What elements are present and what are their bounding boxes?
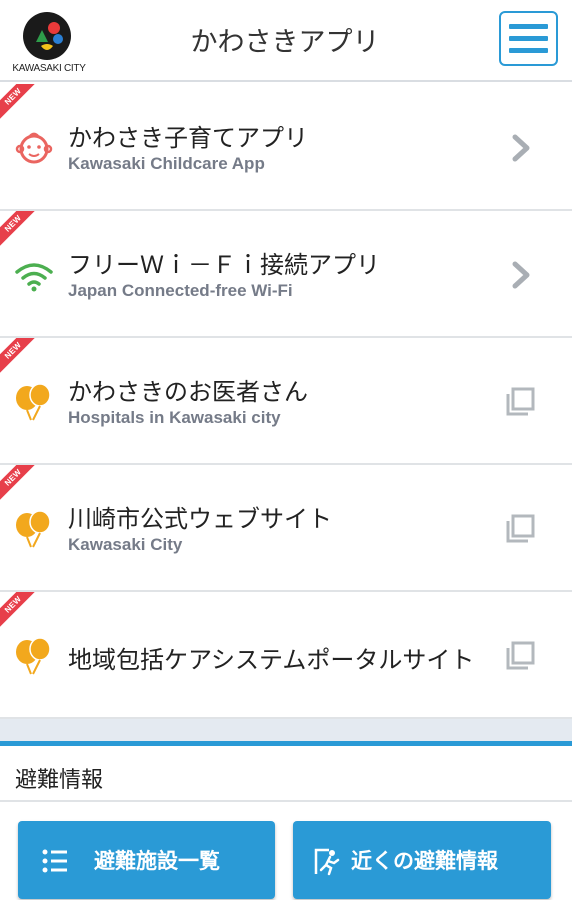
item-subtitle: Kawasaki Childcare App <box>68 154 265 173</box>
wifi-icon <box>14 255 54 295</box>
balloons-icon <box>14 509 54 549</box>
evacuation-facilities-button[interactable]: 避難施設一覧 <box>18 821 275 899</box>
button-label: 避難施設一覧 <box>94 849 220 873</box>
external-window-icon <box>500 636 540 676</box>
section-gap <box>0 719 572 741</box>
baby-face-icon <box>14 128 54 168</box>
section-title: 避難情報 <box>15 768 104 793</box>
external-window-icon <box>500 382 540 422</box>
list-item-kawasaki-doctors[interactable]: NEW かわさきのお医者さん Hospitals in Kawasaki cit… <box>0 338 572 465</box>
nearby-evacuation-info-button[interactable]: 近くの避難情報 <box>293 821 551 899</box>
logo-emblem <box>23 12 71 60</box>
list-item-community-care-portal[interactable]: NEW 地域包括ケアシステムポータルサイト <box>0 592 572 719</box>
chevron-right-icon <box>500 128 540 168</box>
item-subtitle: Japan Connected-free Wi-Fi <box>68 281 293 300</box>
new-badge: NEW <box>0 465 40 505</box>
item-subtitle: Kawasaki City <box>68 535 183 554</box>
new-badge: NEW <box>0 84 40 124</box>
list-item-free-wifi-app[interactable]: NEW フリーＷｉ－Ｆｉ接続アプリ Japan Connected-free W… <box>0 211 572 338</box>
new-badge: NEW <box>0 211 40 251</box>
logo-text: KAWASAKI CITY <box>12 63 86 74</box>
item-title: かわさきのお医者さん <box>68 378 308 406</box>
new-badge: NEW <box>0 592 40 632</box>
list-icon <box>40 846 70 876</box>
balloons-icon <box>14 636 54 676</box>
hamburger-menu-icon[interactable] <box>499 11 558 66</box>
external-window-icon <box>500 509 540 549</box>
item-title: 川崎市公式ウェブサイト <box>68 505 332 533</box>
app-header: KAWASAKI CITY かわさきアプリ <box>0 0 572 82</box>
new-badge: NEW <box>0 338 40 378</box>
evacuation-exit-icon <box>313 846 343 876</box>
list-item-kawasaki-website[interactable]: NEW 川崎市公式ウェブサイト Kawasaki City <box>0 465 572 592</box>
list-item-childcare-app[interactable]: NEW かわさき子育てアプリ Kawasaki Childcare App <box>0 84 572 211</box>
chevron-right-icon <box>500 255 540 295</box>
app-list: NEW かわさき子育てアプリ Kawasaki Childcare App NE… <box>0 84 572 719</box>
item-title: かわさき子育てアプリ <box>68 124 308 152</box>
item-title: フリーＷｉ－Ｆｉ接続アプリ <box>68 251 380 279</box>
balloons-icon <box>14 382 54 422</box>
button-label: 近くの避難情報 <box>351 849 498 873</box>
page-title: かわさきアプリ <box>190 27 380 58</box>
kawasaki-city-logo: KAWASAKI CITY <box>12 12 86 76</box>
item-title: 地域包括ケアシステムポータルサイト <box>68 646 475 674</box>
item-subtitle: Hospitals in Kawasaki city <box>68 408 281 427</box>
evacuation-section-header: 避難情報 <box>0 746 572 802</box>
